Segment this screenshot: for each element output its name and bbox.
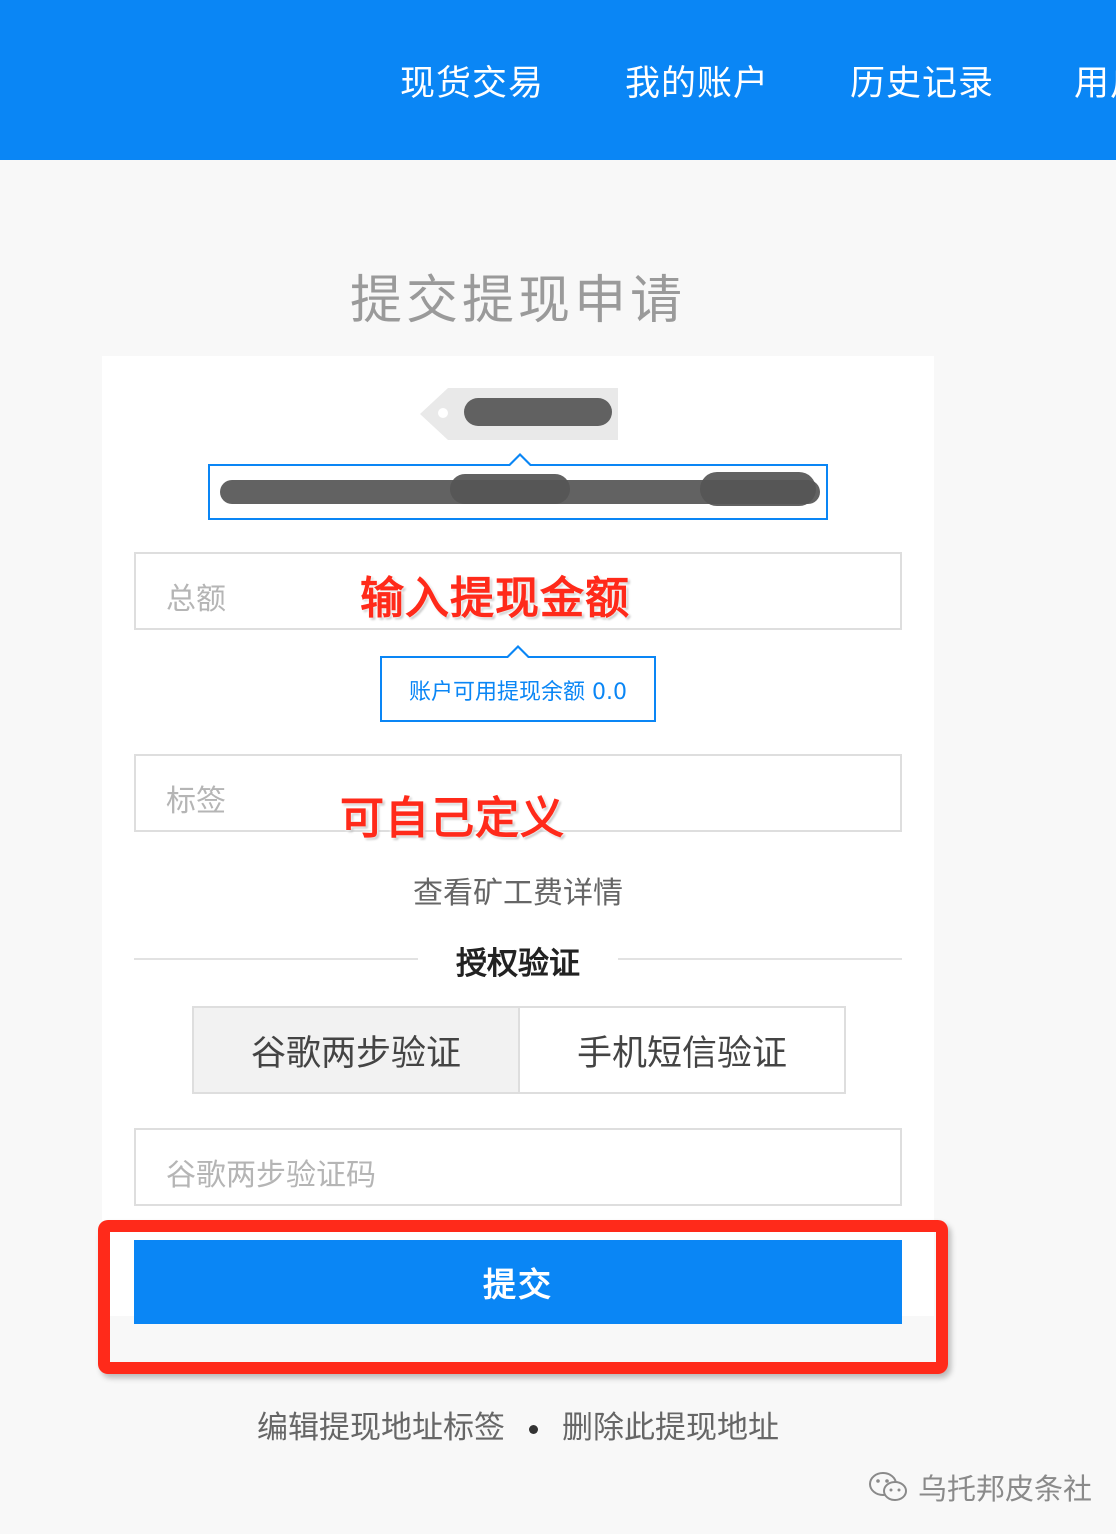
redaction-scribble bbox=[450, 474, 570, 504]
fee-details-link[interactable]: 查看矿工费详情 bbox=[0, 868, 1036, 912]
amount-placeholder: 总额 bbox=[166, 582, 226, 617]
nav-item-user[interactable]: 用户 bbox=[1074, 55, 1116, 106]
redaction-scribble bbox=[700, 472, 816, 506]
watermark: 乌托邦皮条社 bbox=[868, 1466, 1092, 1508]
nav-item-my-account[interactable]: 我的账户 bbox=[625, 55, 769, 106]
tag-hole-icon bbox=[438, 408, 448, 418]
redaction-scribble bbox=[464, 398, 612, 426]
delete-address-link[interactable]: 删除此提现地址 bbox=[562, 1410, 779, 1446]
tab-google-2fa[interactable]: 谷歌两步验证 bbox=[194, 1008, 520, 1092]
available-balance-text: 账户可用提现余额 0.0 bbox=[382, 674, 654, 706]
auth-method-tabs: 谷歌两步验证 手机短信验证 bbox=[192, 1006, 846, 1094]
submit-button[interactable]: 提交 bbox=[134, 1240, 902, 1324]
amount-annotation: 输入提现金额 bbox=[360, 573, 630, 624]
separator-dot bbox=[529, 1425, 538, 1434]
address-actions: 编辑提现地址标签 删除此提现地址 bbox=[0, 1402, 1036, 1447]
label-placeholder: 标签 bbox=[166, 784, 226, 819]
wechat-icon bbox=[869, 1472, 907, 1501]
auth-section-title: 授权验证 bbox=[456, 946, 580, 982]
nav-item-history[interactable]: 历史记录 bbox=[850, 55, 994, 106]
label-annotation: 可自己定义 bbox=[340, 793, 565, 844]
edit-address-label-link[interactable]: 编辑提现地址标签 bbox=[257, 1410, 505, 1446]
withdraw-address-box bbox=[208, 453, 828, 520]
tab-sms-verification[interactable]: 手机短信验证 bbox=[520, 1008, 844, 1092]
nav-item-spot-trading[interactable]: 现货交易 bbox=[400, 55, 544, 106]
available-balance-label: 账户可用提现余额 bbox=[408, 680, 585, 705]
page-title: 提交提现申请 bbox=[349, 271, 686, 331]
address-label-tag bbox=[420, 388, 618, 440]
bubble-arrow-inner bbox=[508, 648, 528, 658]
verification-code-placeholder: 谷歌两步验证码 bbox=[166, 1158, 376, 1193]
verification-code-input[interactable]: 谷歌两步验证码 bbox=[134, 1128, 902, 1206]
bubble-arrow-inner bbox=[510, 456, 530, 466]
available-balance-box: 账户可用提现余额 0.0 bbox=[380, 645, 656, 722]
top-nav-bar: 现货交易 我的账户 历史记录 用户 bbox=[0, 0, 1116, 160]
available-balance-value: 0.0 bbox=[592, 680, 627, 705]
watermark-text: 乌托邦皮条社 bbox=[918, 1472, 1093, 1506]
